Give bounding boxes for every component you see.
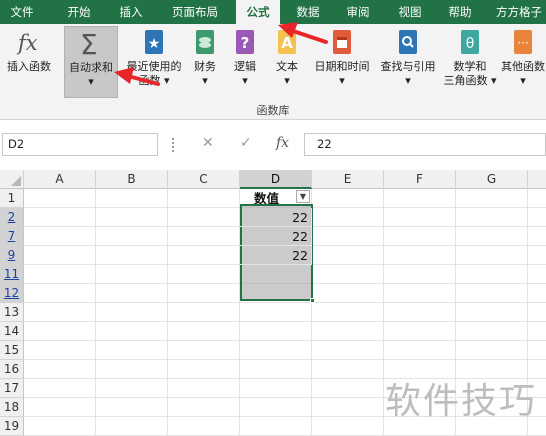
financial-functions-button[interactable]: 财务 ▾: [188, 28, 222, 88]
search-book-icon: [394, 28, 422, 56]
svg-text:···: ···: [517, 36, 528, 50]
formula-bar: D2 ✕ ✓ fx 22: [0, 130, 546, 158]
more-book-icon: ···: [509, 28, 537, 56]
calendar-book-icon: [328, 28, 356, 56]
row-header[interactable]: 12: [0, 284, 24, 303]
row-header[interactable]: 7: [0, 227, 24, 246]
cell-d9[interactable]: 22: [240, 246, 312, 265]
tab-data[interactable]: 数据: [286, 0, 330, 24]
row-header[interactable]: 2: [0, 208, 24, 227]
sigma-icon: Σ: [77, 28, 105, 61]
tab-fangfang-gezi[interactable]: 方方格子: [488, 0, 546, 24]
column-header-f[interactable]: F: [384, 170, 456, 189]
select-all-corner[interactable]: [0, 170, 24, 189]
name-box[interactable]: D2: [2, 133, 158, 156]
chevron-down-icon: ▾: [88, 75, 94, 88]
recently-used-functions-button[interactable]: ★ 最近使用的 函数 ▾: [124, 28, 184, 88]
chevron-down-icon: ▾: [405, 74, 411, 87]
tab-formulas[interactable]: 公式: [236, 0, 280, 24]
chevron-down-icon: ▾: [202, 74, 208, 87]
star-book-icon: ★: [140, 28, 168, 56]
filter-dropdown-icon[interactable]: ▼: [296, 190, 310, 203]
function-library-group-label: 函数库: [256, 104, 290, 117]
tab-file[interactable]: 文件: [0, 0, 44, 24]
column-header-b[interactable]: B: [96, 170, 168, 189]
insert-function-button[interactable]: fx 插入函数: [2, 28, 56, 74]
row-header[interactable]: 17: [0, 379, 24, 398]
svg-text:fx: fx: [16, 31, 38, 55]
theta-book-icon: θ: [456, 28, 484, 56]
more-options-icon: [172, 138, 175, 152]
tab-review[interactable]: 审阅: [336, 0, 380, 24]
row-header[interactable]: 13: [0, 303, 24, 322]
row-header[interactable]: 19: [0, 417, 24, 436]
autosum-button[interactable]: Σ 自动求和 ▾: [64, 26, 118, 98]
question-book-icon: ?: [231, 28, 259, 56]
column-header-d[interactable]: D: [240, 170, 312, 189]
date-time-functions-button[interactable]: 日期和时间 ▾: [310, 28, 374, 88]
column-header-a[interactable]: A: [24, 170, 96, 189]
enter-icon[interactable]: ✓: [240, 135, 252, 151]
svg-text:?: ?: [241, 34, 250, 52]
fill-handle[interactable]: [310, 298, 315, 303]
formula-input[interactable]: 22: [304, 133, 546, 156]
more-functions-button[interactable]: ··· 其他函数 ▾: [500, 28, 546, 88]
coins-book-icon: [191, 28, 219, 56]
svg-text:A: A: [281, 34, 293, 52]
cell-d2[interactable]: 22: [240, 208, 312, 227]
svg-text:Σ: Σ: [80, 29, 98, 57]
column-header-e[interactable]: E: [312, 170, 384, 189]
svg-text:★: ★: [148, 36, 161, 52]
column-header-g[interactable]: G: [456, 170, 528, 189]
cell-d7[interactable]: 22: [240, 227, 312, 246]
chevron-down-icon: ▾: [339, 74, 345, 87]
row-header[interactable]: 18: [0, 398, 24, 417]
row-header[interactable]: 9: [0, 246, 24, 265]
text-functions-button[interactable]: A 文本 ▾: [268, 28, 306, 88]
row-header[interactable]: 14: [0, 322, 24, 341]
tab-view[interactable]: 视图: [388, 0, 432, 24]
tab-insert[interactable]: 插入: [108, 0, 154, 24]
chevron-down-icon: ▾: [284, 74, 290, 87]
svg-text:θ: θ: [466, 36, 475, 52]
math-trig-functions-button[interactable]: θ 数学和 三角函数 ▾: [440, 28, 500, 88]
tab-home[interactable]: 开始: [56, 0, 102, 24]
cancel-icon[interactable]: ✕: [202, 135, 214, 151]
fx-icon: fx: [15, 28, 43, 56]
row-header[interactable]: 15: [0, 341, 24, 360]
column-header-c[interactable]: C: [168, 170, 240, 189]
row-header[interactable]: 1: [0, 189, 24, 208]
tab-page-layout[interactable]: 页面布局: [162, 0, 228, 24]
chevron-down-icon: ▾: [520, 74, 526, 87]
watermark-text: 软件技巧: [385, 381, 538, 422]
lookup-reference-functions-button[interactable]: 查找与引用 ▾: [376, 28, 440, 88]
ribbon-formulas: fx 插入函数 Σ 自动求和 ▾ ★ 最近使用的 函数 ▾ 财务 ▾ ? 逻辑 …: [0, 24, 546, 120]
text-book-icon: A: [273, 28, 301, 56]
tab-help[interactable]: 帮助: [438, 0, 482, 24]
ribbon-tab-bar: 文件 开始 插入 页面布局 公式 数据 审阅 视图 帮助 方方格子: [0, 0, 546, 24]
row-header[interactable]: 16: [0, 360, 24, 379]
chevron-down-icon: ▾: [242, 74, 248, 87]
logical-functions-button[interactable]: ? 逻辑 ▾: [228, 28, 262, 88]
row-header[interactable]: 11: [0, 265, 24, 284]
fx-icon[interactable]: fx: [276, 135, 289, 151]
